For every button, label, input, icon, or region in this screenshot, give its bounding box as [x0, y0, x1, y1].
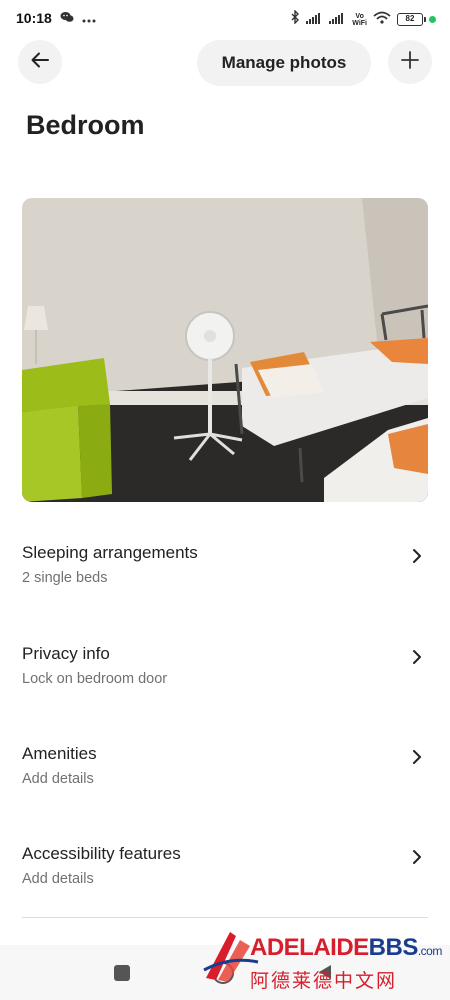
more-dots-icon	[82, 10, 96, 28]
charging-dot	[429, 16, 436, 23]
signal-icon	[329, 11, 346, 29]
watermark-brand-suffix: .com	[417, 944, 443, 958]
chevron-right-icon	[412, 548, 422, 569]
arrow-left-icon	[31, 52, 49, 73]
signal-icon	[306, 11, 323, 29]
row-title: Sleeping arrangements	[22, 543, 198, 562]
bluetooth-icon	[291, 9, 300, 29]
top-bar: Manage photos	[0, 40, 450, 88]
vowifi-top: Vo	[355, 12, 364, 20]
chevron-right-icon	[412, 749, 422, 770]
chevron-right-icon	[412, 649, 422, 670]
vowifi-bottom: WiFi	[352, 19, 367, 27]
accessibility-features-row[interactable]: Accessibility features Add details	[22, 844, 428, 904]
room-photo[interactable]	[22, 198, 428, 502]
divider	[22, 917, 428, 918]
row-title: Amenities	[22, 744, 97, 763]
row-subtitle: Add details	[22, 771, 94, 787]
status-right-icons: Vo WiFi 82	[291, 9, 436, 29]
row-subtitle: Add details	[22, 871, 94, 887]
watermark-brand: ADELAIDEBBS.com	[250, 934, 442, 962]
row-subtitle: 2 single beds	[22, 570, 108, 586]
row-subtitle: Lock on bedroom door	[22, 671, 168, 687]
recent-apps-button[interactable]	[114, 965, 130, 981]
status-bar: 10:18 Vo WiFi 82	[0, 0, 450, 38]
vowifi-icon: Vo WiFi	[352, 13, 367, 27]
chevron-right-icon	[412, 849, 422, 870]
page-title: Bedroom	[26, 110, 145, 140]
privacy-info-row[interactable]: Privacy info Lock on bedroom door	[22, 644, 428, 704]
watermark-brand-b: BBS	[368, 934, 419, 961]
wifi-icon	[373, 11, 391, 29]
row-title: Privacy info	[22, 644, 110, 663]
row-title: Accessibility features	[22, 844, 181, 863]
watermark-brand-a: ADELAIDE	[250, 934, 369, 961]
plus-icon	[401, 50, 419, 74]
watermark-chinese: 阿德莱德中文网	[250, 971, 398, 992]
sleeping-arrangements-row[interactable]: Sleeping arrangements 2 single beds	[22, 543, 428, 603]
amenities-row[interactable]: Amenities Add details	[22, 744, 428, 804]
wechat-icon	[60, 10, 74, 28]
status-time: 10:18	[16, 10, 52, 26]
back-button[interactable]	[18, 40, 62, 84]
battery-icon: 82	[397, 13, 426, 26]
status-left-icons	[60, 10, 96, 28]
add-photo-button[interactable]	[388, 40, 432, 84]
watermark-logo: ADELAIDEBBS.com 阿德莱德中文网	[200, 922, 450, 992]
manage-photos-button[interactable]: Manage photos	[197, 40, 371, 86]
